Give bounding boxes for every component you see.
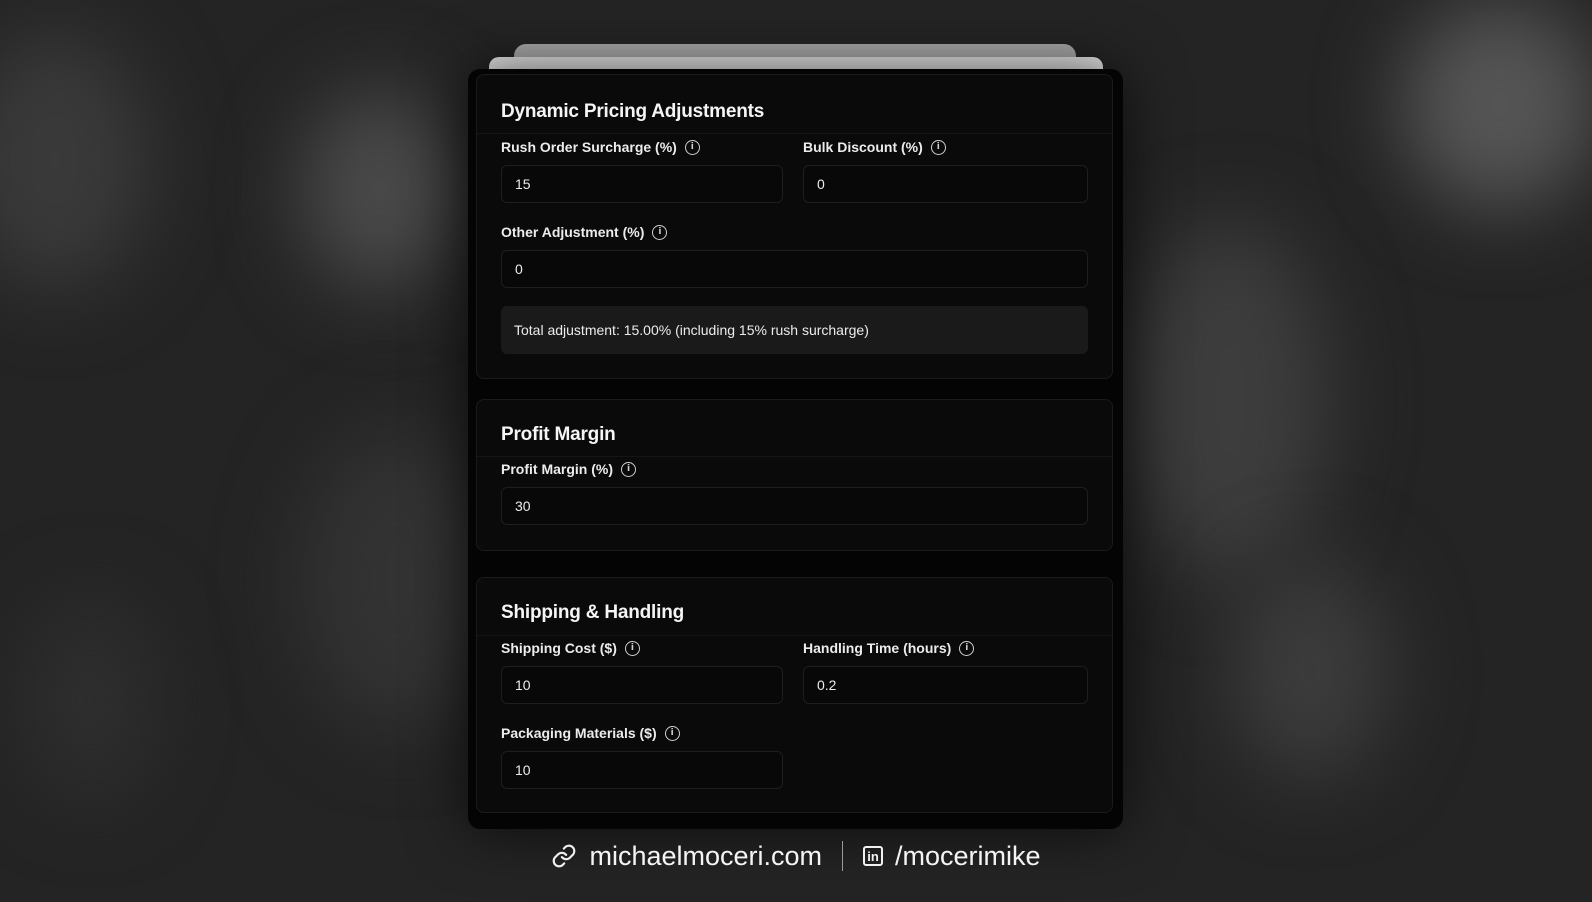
- background-blur: [30, 600, 150, 800]
- shipping-card: Shipping & Handling Shipping Cost ($) i …: [476, 577, 1113, 813]
- packaging-materials-input[interactable]: 10: [501, 751, 783, 789]
- background-blur: [300, 90, 460, 290]
- info-icon[interactable]: i: [664, 725, 680, 741]
- field-label: Bulk Discount (%): [803, 139, 923, 155]
- bulk-discount-input[interactable]: 0: [803, 165, 1088, 203]
- other-adjustment-field: Other Adjustment (%) i 0: [501, 222, 1088, 288]
- field-label: Shipping Cost ($): [501, 640, 617, 656]
- bulk-discount-field: Bulk Discount (%) i 0: [803, 137, 1088, 203]
- section-title: Dynamic Pricing Adjustments: [501, 101, 765, 122]
- profit-margin-card: Profit Margin Profit Margin (%) i 30: [476, 399, 1113, 551]
- footer: michaelmoceri.com in /mocerimike: [0, 830, 1592, 882]
- rush-surcharge-field: Rush Order Surcharge (%) i 15: [501, 137, 783, 203]
- field-label: Packaging Materials ($): [501, 725, 657, 741]
- info-icon[interactable]: i: [652, 224, 668, 240]
- linkedin-icon: in: [863, 846, 884, 866]
- profit-margin-input[interactable]: 30: [501, 487, 1088, 525]
- pricing-panel: Dynamic Pricing Adjustments Rush Order S…: [468, 69, 1123, 829]
- handling-time-input[interactable]: 0.2: [803, 666, 1088, 704]
- dynamic-pricing-card: Dynamic Pricing Adjustments Rush Order S…: [476, 74, 1113, 379]
- rush-surcharge-input[interactable]: 15: [501, 165, 783, 203]
- section-title: Shipping & Handling: [501, 602, 685, 623]
- info-icon[interactable]: i: [959, 640, 975, 656]
- profit-margin-field: Profit Margin (%) i 30: [501, 459, 1088, 525]
- section-title: Profit Margin: [501, 424, 616, 445]
- background-blur: [1230, 560, 1390, 780]
- divider: [477, 133, 1112, 134]
- field-label: Other Adjustment (%): [501, 224, 645, 240]
- link-icon: [553, 844, 576, 868]
- background-blur: [1400, 0, 1592, 210]
- website-text: michaelmoceri.com: [589, 840, 823, 871]
- background-blur: [0, 30, 150, 290]
- info-icon[interactable]: i: [621, 461, 636, 477]
- website-link[interactable]: michaelmoceri.com: [551, 841, 822, 872]
- divider: [477, 456, 1112, 457]
- info-icon[interactable]: i: [624, 640, 640, 656]
- divider: [477, 635, 1112, 636]
- info-icon[interactable]: i: [684, 139, 700, 155]
- field-label: Profit Margin (%): [501, 461, 613, 477]
- field-label: Handling Time (hours): [803, 640, 952, 656]
- other-adjustment-input[interactable]: 0: [501, 250, 1088, 288]
- field-label: Rush Order Surcharge (%): [501, 139, 677, 155]
- packaging-materials-field: Packaging Materials ($) i 10: [501, 723, 783, 789]
- info-icon[interactable]: i: [930, 139, 946, 155]
- linkedin-text: /mocerimike: [895, 840, 1041, 871]
- shipping-cost-field: Shipping Cost ($) i 10: [501, 638, 783, 704]
- linkedin-link[interactable]: in /mocerimike: [863, 841, 1041, 872]
- adjustment-summary: Total adjustment: 15.00% (including 15% …: [501, 306, 1088, 354]
- shipping-cost-input[interactable]: 10: [501, 666, 783, 704]
- background-blur: [1130, 220, 1330, 580]
- handling-time-field: Handling Time (hours) i 0.2: [803, 638, 1088, 704]
- footer-divider: [842, 841, 844, 871]
